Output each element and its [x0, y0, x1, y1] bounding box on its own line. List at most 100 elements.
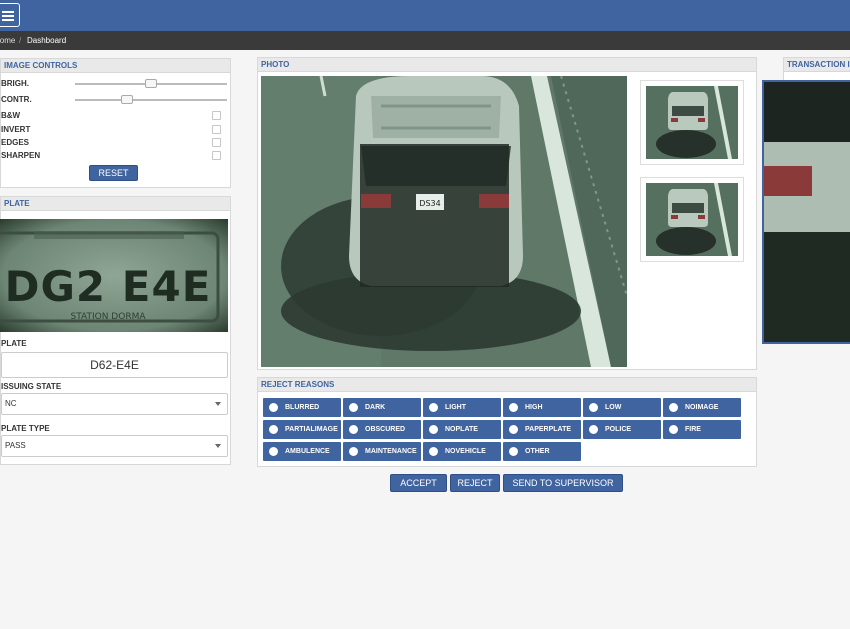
- reject-reason-novehicle[interactable]: NOVEHICLE: [423, 442, 501, 461]
- radio-dot-icon: [269, 403, 278, 412]
- reject-reason-label: PARTIALIMAGE: [285, 426, 338, 433]
- reject-reasons-title: REJECT REASONS: [258, 378, 756, 392]
- contrast-slider-handle[interactable]: [121, 95, 133, 104]
- plate-type-select[interactable]: PASS: [1, 435, 228, 457]
- transaction-info-panel: TRANSACTION INFO: [762, 57, 850, 344]
- radio-dot-icon: [509, 447, 518, 456]
- chevron-down-icon: [215, 402, 221, 406]
- radio-dot-icon: [669, 425, 678, 434]
- photo-panel-title: PHOTO: [258, 58, 756, 72]
- reject-reason-high[interactable]: HIGH: [503, 398, 581, 417]
- reject-reason-label: OTHER: [525, 448, 550, 455]
- image-controls-panel: IMAGE CONTROLS BRIGH. CONTR. B&W INVERT …: [0, 58, 231, 188]
- plate-image-text: DG2 E4E: [5, 262, 212, 311]
- brightness-slider[interactable]: [75, 79, 227, 88]
- vehicle-photo: DS34: [261, 76, 627, 367]
- sharpen-checkbox[interactable]: [212, 151, 221, 160]
- radio-dot-icon: [349, 403, 358, 412]
- plate-type-value: PASS: [5, 441, 26, 450]
- breadcrumb-separator: /: [19, 36, 22, 45]
- reject-reason-label: LOW: [605, 404, 622, 411]
- plate-panel-title: PLATE: [1, 197, 230, 211]
- sharpen-label: SHARPEN: [1, 151, 41, 160]
- invert-label: INVERT: [1, 125, 31, 134]
- reject-reason-label: AMBULENCE: [285, 448, 330, 455]
- invert-checkbox[interactable]: [212, 125, 221, 134]
- reject-button[interactable]: REJECT: [450, 474, 500, 492]
- hamburger-icon: [2, 11, 14, 13]
- radio-dot-icon: [509, 403, 518, 412]
- plate-label: PLATE: [1, 339, 27, 348]
- accept-button[interactable]: ACCEPT: [390, 474, 447, 492]
- reject-reason-ambulence[interactable]: AMBULENCE: [263, 442, 341, 461]
- reject-reason-label: NOPLATE: [445, 426, 478, 433]
- radio-dot-icon: [269, 447, 278, 456]
- reject-reason-partialimage[interactable]: PARTIALIMAGE: [263, 420, 341, 439]
- edges-checkbox[interactable]: [212, 138, 221, 147]
- reject-reason-blurred[interactable]: BLURRED: [263, 398, 341, 417]
- transaction-photo[interactable]: [762, 80, 850, 344]
- reject-reason-fire[interactable]: FIRE: [663, 420, 741, 439]
- reject-reason-label: LIGHT: [445, 404, 466, 411]
- chevron-down-icon: [215, 444, 221, 448]
- reject-reason-light[interactable]: LIGHT: [423, 398, 501, 417]
- reject-reason-label: MAINTENANCE: [365, 448, 417, 455]
- plate-image-bottom-text: STATION DORMA: [71, 312, 147, 322]
- reject-reason-label: NOIMAGE: [685, 404, 719, 411]
- radio-dot-icon: [349, 425, 358, 434]
- reject-reason-noplate[interactable]: NOPLATE: [423, 420, 501, 439]
- reject-reason-noimage[interactable]: NOIMAGE: [663, 398, 741, 417]
- brightness-slider-handle[interactable]: [145, 79, 157, 88]
- reject-reason-label: BLURRED: [285, 404, 320, 411]
- photo-thumbnail-2[interactable]: [640, 177, 744, 262]
- reject-reason-label: OBSCURED: [365, 426, 406, 433]
- reject-reason-low[interactable]: LOW: [583, 398, 661, 417]
- photo-thumbnail-1[interactable]: [640, 80, 744, 165]
- reject-reason-label: HIGH: [525, 404, 543, 411]
- car-plate-text: DS34: [419, 199, 440, 208]
- reject-reason-dark[interactable]: DARK: [343, 398, 421, 417]
- transaction-info-title: TRANSACTION INFO: [784, 58, 850, 72]
- issuing-state-value: NC: [5, 399, 17, 408]
- issuing-state-select[interactable]: NC: [1, 393, 228, 415]
- plate-type-label: PLATE TYPE: [1, 424, 50, 433]
- reject-reason-other[interactable]: OTHER: [503, 442, 581, 461]
- issuing-state-label: ISSUING STATE: [1, 382, 62, 391]
- plate-image: DG2 E4E STATION DORMA: [0, 219, 228, 332]
- brightness-label: BRIGH.: [1, 79, 29, 88]
- bw-checkbox[interactable]: [212, 111, 221, 120]
- radio-dot-icon: [509, 425, 518, 434]
- reject-reason-paperplate[interactable]: PAPERPLATE: [503, 420, 581, 439]
- reject-reason-obscured[interactable]: OBSCURED: [343, 420, 421, 439]
- bw-label: B&W: [1, 111, 21, 120]
- radio-dot-icon: [269, 425, 278, 434]
- radio-dot-icon: [349, 447, 358, 456]
- reject-reason-label: NOVEHICLE: [445, 448, 486, 455]
- radio-dot-icon: [589, 425, 598, 434]
- reject-reason-maintenance[interactable]: MAINTENANCE: [343, 442, 421, 461]
- plate-panel: PLATE DG2 E4E STATION DORMA PLATE D62-E4…: [0, 196, 231, 465]
- contrast-slider[interactable]: [75, 95, 227, 104]
- reject-reason-label: DARK: [365, 404, 386, 411]
- radio-dot-icon: [429, 403, 438, 412]
- reject-reason-label: POLICE: [605, 426, 632, 433]
- radio-dot-icon: [669, 403, 678, 412]
- send-to-supervisor-button[interactable]: SEND TO SUPERVISOR: [503, 474, 623, 492]
- radio-dot-icon: [429, 447, 438, 456]
- image-controls-title: IMAGE CONTROLS: [1, 59, 230, 73]
- breadcrumb: Home / Dashboard: [0, 31, 850, 50]
- plate-input[interactable]: D62-E4E: [1, 352, 228, 378]
- reject-reason-label: PAPERPLATE: [525, 426, 572, 433]
- edges-label: EDGES: [1, 138, 30, 147]
- top-navbar: [0, 0, 850, 31]
- reset-button[interactable]: RESET: [89, 165, 138, 181]
- reject-reason-label: FIRE: [685, 426, 701, 433]
- breadcrumb-current: Dashboard: [27, 36, 67, 45]
- radio-dot-icon: [589, 403, 598, 412]
- hamburger-menu-button[interactable]: [0, 3, 20, 27]
- contrast-label: CONTR.: [1, 95, 32, 104]
- reject-reasons-panel: REJECT REASONS BLURRED DARK LIGHT HIGH LOW NO…: [257, 377, 757, 467]
- reject-reason-police[interactable]: POLICE: [583, 420, 661, 439]
- breadcrumb-home[interactable]: Home: [0, 31, 15, 50]
- radio-dot-icon: [429, 425, 438, 434]
